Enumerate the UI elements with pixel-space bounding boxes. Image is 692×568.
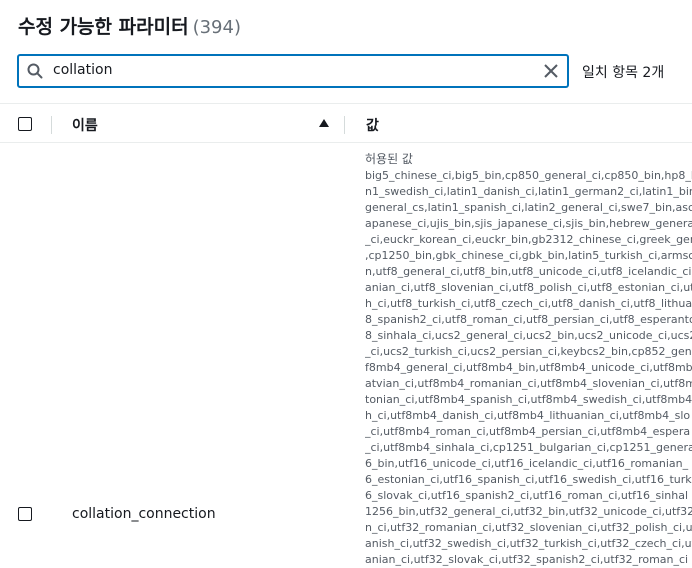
row-checkbox[interactable] bbox=[18, 507, 32, 521]
allowed-values-line: anish_ci,utf32_swedish_ci,utf32_turkish_… bbox=[365, 537, 692, 550]
page-title-text: 수정 가능한 파라미터 bbox=[18, 16, 189, 38]
allowed-values-line: _ci,utf8mb4_sinhala_ci,cp1251_bulgarian_… bbox=[365, 441, 692, 454]
allowed-values-line: general_cs,latin1_spanish_ci,latin2_gene… bbox=[365, 201, 692, 214]
allowed-values-line: anian_ci,utf8_slovenian_ci,utf8_polish_c… bbox=[365, 281, 692, 294]
table-row: collation_connection 허용된 값 big5_chinese_… bbox=[0, 143, 692, 566]
allowed-values-line: _ci,utf8mb4_roman_ci,utf8mb4_persian_ci,… bbox=[365, 425, 691, 438]
column-divider bbox=[51, 116, 52, 134]
search-icon bbox=[27, 63, 43, 79]
allowed-values-line: anian_ci,utf32_slovak_ci,utf32_spanish2_… bbox=[365, 553, 689, 566]
search-input-value[interactable]: collation bbox=[53, 62, 112, 78]
allowed-values-text: big5_chinese_ci,big5_bin,cp850_general_c… bbox=[365, 168, 692, 568]
allowed-values-line: _ci,euckr_korean_ci,euckr_bin,gb2312_chi… bbox=[365, 233, 692, 246]
allowed-values-line: ,cp1250_bin,gbk_chinese_ci,gbk_bin,latin… bbox=[365, 249, 692, 262]
allowed-values-line: big5_chinese_ci,big5_bin,cp850_general_c… bbox=[365, 169, 692, 182]
close-icon[interactable] bbox=[543, 63, 559, 79]
allowed-values-line: 8_sinhala_ci,ucs2_general_ci,ucs2_bin,uc… bbox=[365, 329, 692, 342]
column-divider[interactable] bbox=[344, 116, 345, 134]
select-all-checkbox[interactable] bbox=[18, 117, 32, 131]
allowed-values-line: 6_bin,utf16_unicode_ci,utf16_icelandic_c… bbox=[365, 457, 689, 470]
allowed-values-line: n_ci,utf32_romanian_ci,utf32_slovenian_c… bbox=[365, 521, 692, 534]
search-input[interactable]: collation bbox=[17, 54, 569, 88]
parameter-count: (394) bbox=[192, 17, 241, 38]
allowed-values-line: f8mb4_general_ci,utf8mb4_bin,utf8mb4_uni… bbox=[365, 361, 692, 374]
allowed-values-line: h_ci,utf8_turkish_ci,utf8_czech_ci,utf8_… bbox=[365, 297, 692, 310]
allowed-values-line: 1256_bin,utf32_general_ci,utf32_bin,utf3… bbox=[365, 505, 692, 518]
table-header: 이름 값 bbox=[0, 103, 692, 143]
parameter-name: collation_connection bbox=[72, 506, 216, 522]
allowed-values-line: 6_estonian_ci,utf16_spanish_ci,utf16_swe… bbox=[365, 473, 692, 486]
page-title: 수정 가능한 파라미터 (394) bbox=[18, 12, 241, 39]
allowed-values-line: n,utf8_general_ci,utf8_bin,utf8_unicode_… bbox=[365, 265, 692, 278]
allowed-values-line: h_ci,utf8mb4_danish_ci,utf8mb4_lithuania… bbox=[365, 409, 691, 422]
column-header-name[interactable]: 이름 bbox=[72, 115, 98, 135]
sort-ascending-icon[interactable] bbox=[319, 119, 329, 127]
allowed-values-line: 6_slovak_ci,utf16_spanish2_ci,utf16_roma… bbox=[365, 489, 689, 502]
match-count: 일치 항목 2개 bbox=[582, 65, 665, 81]
allowed-values-line: 8_spanish2_ci,utf8_roman_ci,utf8_persian… bbox=[365, 313, 692, 326]
allowed-values-line: tonian_ci,utf8mb4_spanish_ci,utf8mb4_swe… bbox=[365, 393, 692, 406]
allowed-values-line: atvian_ci,utf8mb4_romanian_ci,utf8mb4_sl… bbox=[365, 377, 692, 390]
allowed-values-line: _ci,ucs2_turkish_ci,ucs2_persian_ci,keyb… bbox=[365, 345, 692, 358]
column-header-value[interactable]: 값 bbox=[366, 115, 379, 135]
allowed-values-line: apanese_ci,ujis_bin,sjis_japanese_ci,sji… bbox=[365, 217, 692, 230]
allowed-values-label: 허용된 값 bbox=[365, 152, 413, 166]
allowed-values-line: n1_swedish_ci,latin1_danish_ci,latin1_ge… bbox=[365, 185, 692, 198]
